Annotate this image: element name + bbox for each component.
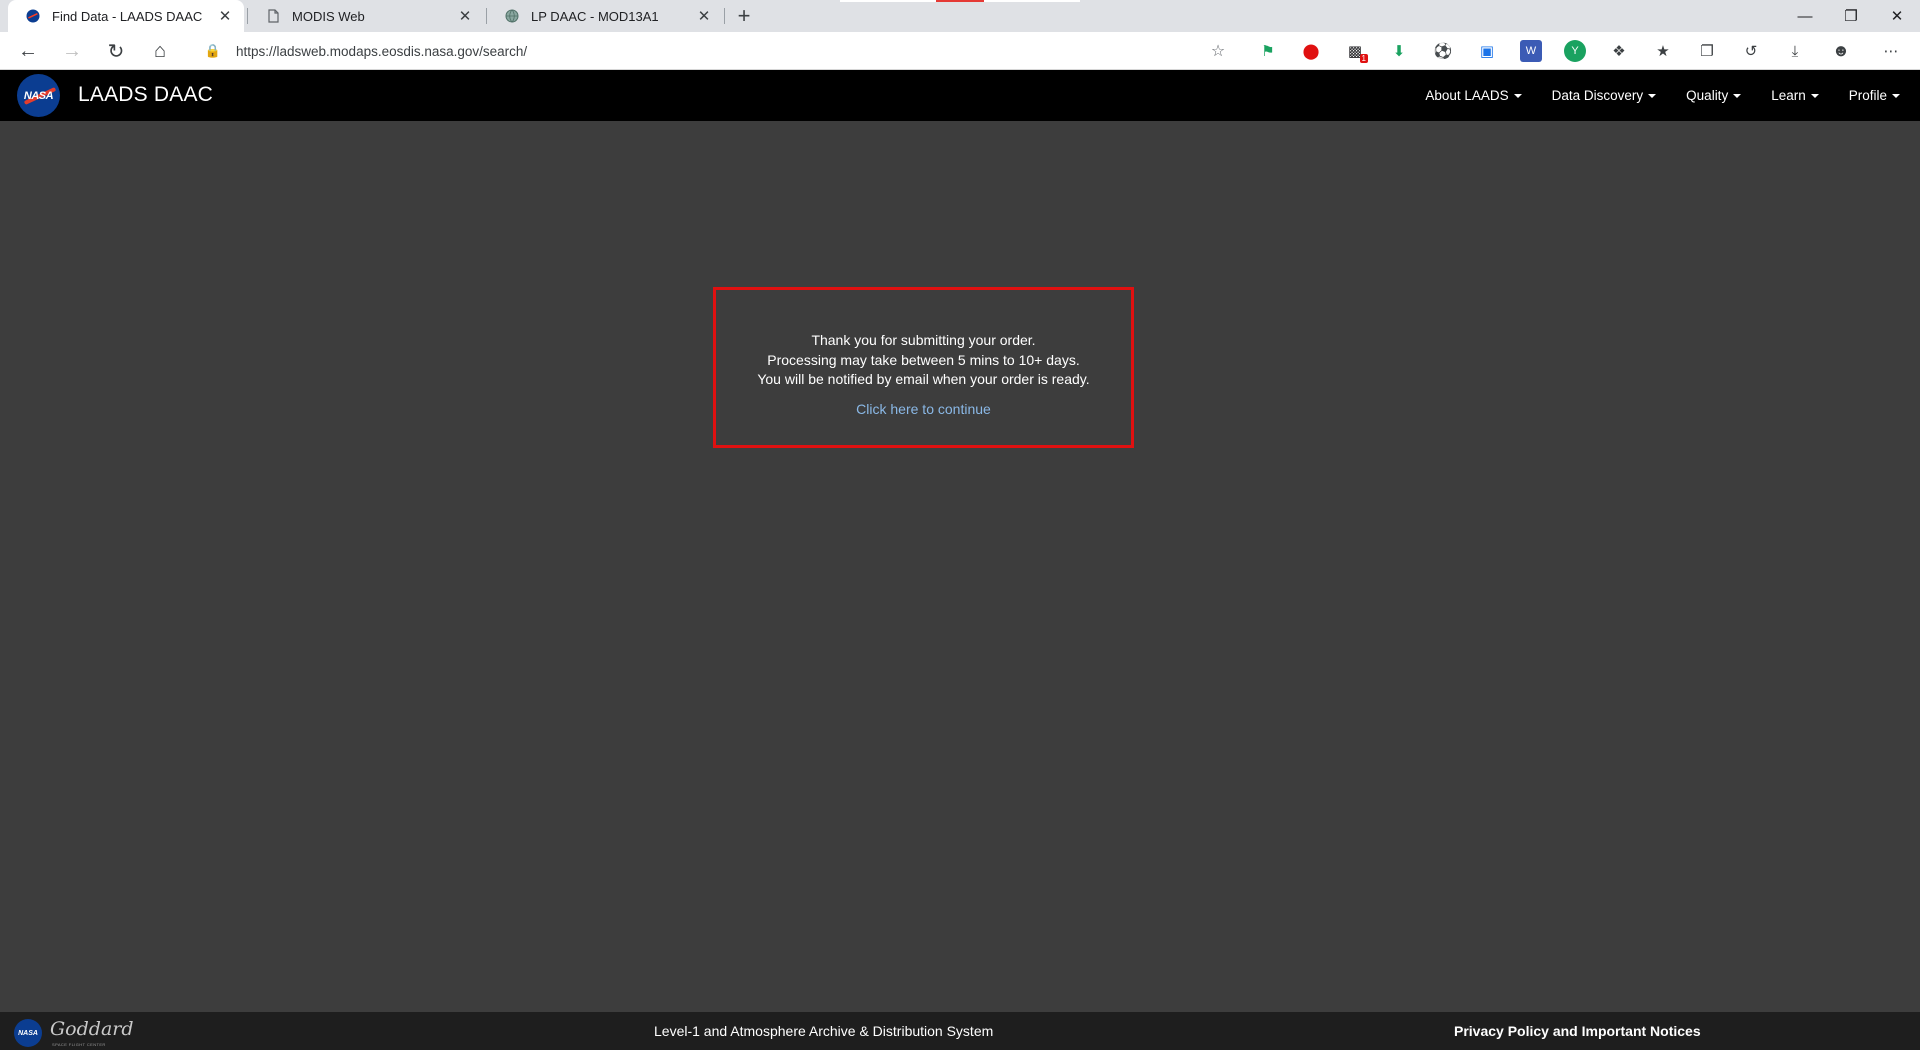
nav-profile[interactable]: Profile [1849, 88, 1900, 103]
privacy-policy-link[interactable]: Privacy Policy and Important Notices [1454, 1023, 1701, 1039]
close-tab-icon[interactable]: ✕ [216, 7, 234, 25]
url-text[interactable]: https://ladsweb.modaps.eosdis.nasa.gov/s… [236, 44, 1206, 59]
forward-button[interactable]: → [57, 37, 87, 65]
nav-label: About LAADS [1425, 88, 1509, 103]
nav-label: Quality [1686, 88, 1729, 103]
tab-strip-accent [840, 0, 1080, 2]
nav-label: Data Discovery [1551, 88, 1644, 103]
page-icon [268, 9, 279, 23]
confirmation-line-processing: Processing may take between 5 mins to 10… [767, 351, 1080, 368]
nav-about-laads[interactable]: About LAADS [1425, 88, 1522, 103]
restore-icon[interactable]: ❐ [1828, 0, 1874, 32]
crop-extension-icon[interactable]: ▣ [1476, 40, 1498, 62]
more-menu-icon[interactable]: ⋯ [1880, 40, 1902, 62]
close-tab-icon[interactable]: ✕ [695, 7, 713, 25]
favorites-icon[interactable]: ★ [1652, 40, 1674, 62]
profile-avatar-icon[interactable]: ☻ [1830, 40, 1852, 62]
collections-icon[interactable]: ❐ [1696, 40, 1718, 62]
main-nav: About LAADS Data Discovery Quality Learn… [1395, 70, 1900, 121]
address-bar[interactable]: 🔒 https://ladsweb.modaps.eosdis.nasa.gov… [188, 36, 1236, 66]
caret-down-icon [1648, 94, 1657, 99]
browser-tab-strip: Find Data - LAADS DAAC ✕ MODIS Web ✕ LP … [0, 0, 1920, 32]
caret-down-icon [1892, 94, 1900, 99]
tab-title: MODIS Web [292, 8, 365, 24]
nav-label: Profile [1848, 88, 1887, 103]
nasa-favicon-icon [26, 9, 40, 23]
home-button[interactable]: ⌂ [145, 37, 175, 65]
extension-with-badge-icon[interactable]: ▩ 1 [1344, 40, 1368, 63]
new-tab-button[interactable]: + [730, 0, 758, 32]
close-window-icon[interactable]: ✕ [1874, 0, 1920, 32]
nav-label: Learn [1771, 88, 1806, 103]
tab-title: Find Data - LAADS DAAC [52, 8, 203, 24]
site-footer: NASA Goddard SPACE FLIGHT CENTER Level-1… [0, 1012, 1920, 1050]
yandex-extension-icon[interactable]: Y [1564, 40, 1586, 62]
site-title[interactable]: LAADS DAAC [78, 83, 213, 107]
back-button[interactable]: ← [13, 37, 43, 65]
goddard-logo[interactable]: Goddard [50, 1018, 134, 1040]
confirmation-line-thanks: Thank you for submitting your order. [811, 332, 1036, 348]
reload-button[interactable]: ↻ [101, 37, 131, 65]
caret-down-icon [1513, 94, 1522, 99]
tab-title: LP DAAC - MOD13A1 [531, 8, 659, 24]
tab-modis-web[interactable]: MODIS Web ✕ [248, 0, 484, 32]
tab-find-data[interactable]: Find Data - LAADS DAAC ✕ [8, 0, 244, 32]
add-favorite-icon[interactable]: ☆ [1206, 41, 1230, 61]
nasa-logo[interactable]: NASA [17, 74, 60, 117]
nav-quality[interactable]: Quality [1686, 88, 1742, 103]
history-icon[interactable]: ↺ [1740, 40, 1762, 62]
minimize-icon[interactable]: — [1782, 0, 1828, 32]
word-extension-icon[interactable]: W [1520, 40, 1542, 62]
caret-down-icon [1810, 94, 1819, 99]
continue-link[interactable]: Click here to continue [856, 401, 991, 417]
ball-extension-icon[interactable]: ⚽ [1432, 40, 1454, 62]
caret-down-icon [1733, 94, 1742, 99]
footer-system-name: Level-1 and Atmosphere Archive & Distrib… [654, 1023, 994, 1039]
tab-separator [724, 8, 725, 24]
nasa-logo-text: NASA [23, 89, 54, 102]
confirmation-text: Thank you for submitting your order. Pro… [716, 331, 1131, 390]
adblock-extension-icon[interactable]: ⬤ [1300, 40, 1322, 62]
download-extension-icon[interactable]: ⬇ [1388, 40, 1410, 62]
downloads-icon[interactable]: ⤓ [1784, 40, 1806, 62]
site-header: NASA LAADS DAAC About LAADS Data Discove… [0, 70, 1920, 121]
lock-icon[interactable]: 🔒 [202, 43, 224, 59]
flag-extension-icon[interactable]: ⚑ [1257, 40, 1279, 62]
browser-toolbar: ← → ↻ ⌂ 🔒 https://ladsweb.modaps.eosdis.… [0, 32, 1920, 70]
confirmation-line-notify: You will be notified by email when your … [757, 371, 1090, 387]
extension-badge: 1 [1359, 54, 1368, 63]
extensions-puzzle-icon[interactable]: ❖ [1608, 40, 1630, 62]
order-confirmation-box: Thank you for submitting your order. Pro… [713, 287, 1134, 448]
globe-icon [505, 9, 519, 23]
close-tab-icon[interactable]: ✕ [456, 7, 474, 25]
footer-nasa-logo[interactable]: NASA [14, 1019, 42, 1047]
tab-lp-daac[interactable]: LP DAAC - MOD13A1 ✕ [487, 0, 723, 32]
nav-learn[interactable]: Learn [1771, 88, 1819, 103]
goddard-subtitle: SPACE FLIGHT CENTER [52, 1042, 106, 1047]
nav-data-discovery[interactable]: Data Discovery [1552, 88, 1657, 103]
footer-nasa-logo-text: NASA [18, 1029, 38, 1037]
